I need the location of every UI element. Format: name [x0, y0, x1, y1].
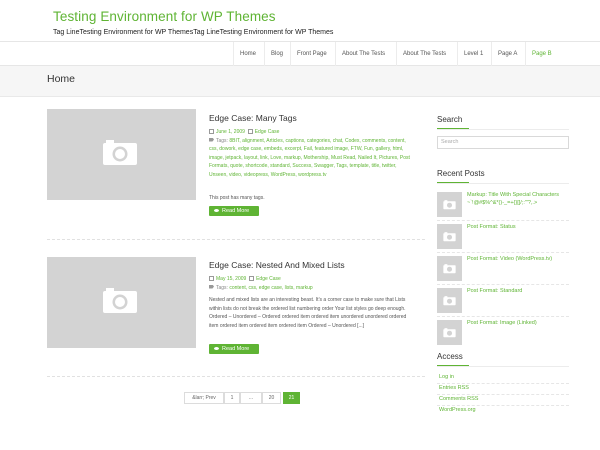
eye-icon	[214, 347, 219, 350]
folder-icon	[247, 128, 253, 134]
post-tags[interactable]: 8BIT, alignment, Articles, captions, cat…	[209, 138, 410, 178]
page-title: Home	[47, 73, 76, 85]
recent-post-thumbnail[interactable]	[437, 224, 462, 249]
access-link-entries-rss[interactable]: Entries RSS	[439, 385, 469, 391]
page-header: Home	[0, 66, 600, 97]
main-navigation: Home Blog Front Page About The Tests Abo…	[0, 41, 600, 66]
read-more-label: Read More	[222, 346, 250, 352]
post-thumbnail[interactable]	[47, 109, 196, 200]
camera-icon	[103, 288, 137, 313]
pagination-ellipsis: ...	[240, 392, 262, 404]
recent-separator	[437, 284, 569, 285]
read-more-label: Read More	[222, 208, 250, 214]
post-category[interactable]: Edge Case	[256, 276, 281, 282]
site-description: Tag LineTesting Environment for WP Theme…	[53, 29, 334, 36]
pagination-prev[interactable]: &larr; Prev	[184, 392, 224, 404]
camera-icon	[443, 264, 456, 274]
post-title[interactable]: Edge Case: Many Tags	[209, 113, 297, 123]
camera-icon	[443, 328, 456, 338]
eye-icon	[214, 209, 219, 212]
search-widget-title: Search	[437, 115, 463, 124]
tags-label: Tags:	[216, 284, 228, 291]
recent-post-link[interactable]: Post Format: Video (WordPress.tv)	[467, 256, 569, 264]
pagination-current-page: 21	[283, 392, 300, 404]
read-more-button[interactable]: Read More	[209, 344, 259, 354]
post-date[interactable]: June 1, 2009	[216, 129, 245, 135]
pagination-page[interactable]: 20	[262, 392, 281, 404]
pagination-page[interactable]: 1	[224, 392, 240, 404]
tag-icon	[209, 284, 214, 289]
tags-label: Tags:	[216, 137, 228, 144]
access-separator	[437, 394, 569, 395]
post-excerpt: Nested and mixed lists are an interestin…	[209, 297, 407, 329]
camera-icon	[443, 200, 456, 210]
recent-post-link[interactable]: Post Format: Image (Linked)	[467, 320, 569, 328]
camera-icon	[443, 232, 456, 242]
recent-post-thumbnail[interactable]	[437, 288, 462, 313]
nav-item-front-page[interactable]: Front Page	[290, 42, 333, 66]
nav-item-about-the-tests[interactable]: About The Tests	[335, 42, 391, 66]
widget-rule	[437, 129, 569, 130]
recent-post-link[interactable]: Post Format: Standard	[467, 288, 569, 296]
calendar-icon	[209, 275, 214, 281]
nav-item-level-1[interactable]: Level 1	[457, 42, 489, 66]
recent-post-thumbnail[interactable]	[437, 320, 462, 345]
folder-icon	[249, 275, 255, 281]
recent-post-thumbnail[interactable]	[437, 192, 462, 217]
access-link-comments-rss[interactable]: Comments RSS	[439, 396, 478, 402]
nav-item-blog[interactable]: Blog	[264, 42, 289, 66]
post-category[interactable]: Edge Case	[255, 129, 280, 135]
post-thumbnail[interactable]	[47, 257, 196, 348]
recent-separator	[437, 316, 569, 317]
post-excerpt: This post has many tags.	[209, 195, 265, 201]
camera-icon	[103, 140, 137, 165]
camera-icon	[443, 296, 456, 306]
nav-item-home[interactable]: Home	[233, 42, 262, 66]
recent-separator	[437, 252, 569, 253]
post-divider	[47, 376, 425, 377]
post-divider	[47, 239, 425, 240]
recent-post-thumbnail[interactable]	[437, 256, 462, 281]
post-meta: June 1, 2009 Edge Case Tags: 8BIT, align…	[209, 128, 414, 179]
access-link-login[interactable]: Log in	[439, 374, 454, 380]
nav-item-about-the-tests-2[interactable]: About The Tests	[396, 42, 452, 66]
post-tags[interactable]: content, css, edge case, lists, markup	[229, 285, 312, 291]
widget-underline	[437, 182, 469, 183]
widget-underline	[437, 128, 469, 129]
tag-icon	[209, 137, 214, 142]
recent-post-link[interactable]: Markup: Title With Special Characters ~`…	[467, 192, 569, 207]
widget-rule	[437, 183, 569, 184]
recent-separator	[437, 220, 569, 221]
access-link-wordpress-org[interactable]: WordPress.org	[439, 407, 476, 413]
access-widget-title: Access	[437, 352, 463, 361]
post-title[interactable]: Edge Case: Nested And Mixed Lists	[209, 260, 345, 270]
widget-rule	[437, 366, 569, 367]
post-meta: May 15, 2009 Edge Case Tags: content, cs…	[209, 275, 414, 292]
read-more-button[interactable]: Read More	[209, 206, 259, 216]
site-title[interactable]: Testing Environment for WP Themes	[53, 9, 276, 24]
widget-underline	[437, 365, 469, 366]
access-separator	[437, 383, 569, 384]
recent-post-link[interactable]: Post Format: Status	[467, 224, 569, 232]
nav-item-page-a[interactable]: Page A	[491, 42, 523, 66]
recent-posts-widget-title: Recent Posts	[437, 169, 485, 178]
access-separator	[437, 405, 569, 406]
post-date[interactable]: May 15, 2009	[216, 276, 246, 282]
search-input[interactable]: Search	[437, 136, 569, 149]
nav-item-page-b[interactable]: Page B	[525, 42, 558, 66]
calendar-icon	[209, 128, 214, 134]
